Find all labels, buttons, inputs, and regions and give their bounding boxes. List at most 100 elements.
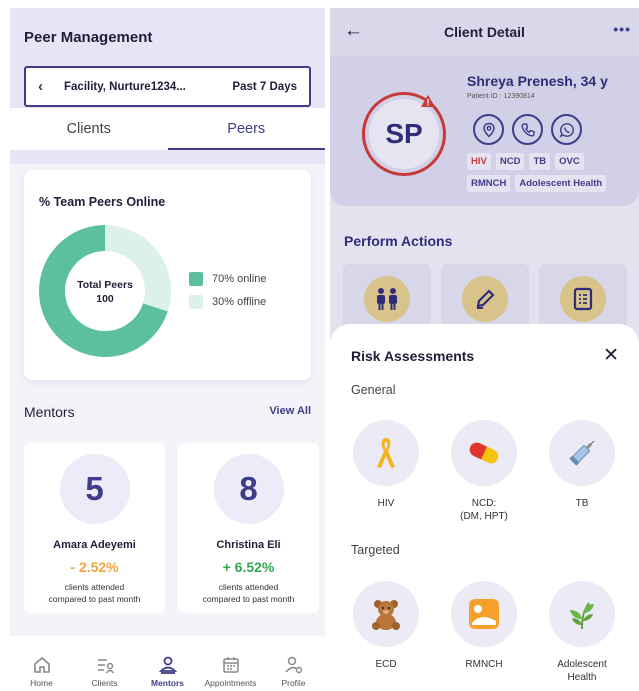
mentor-card[interactable]: 5 Amara Adeyemi - 2.52% clients attended… (24, 443, 165, 613)
teddy-bear-icon (353, 581, 419, 647)
program-tags: HIV NCD TB OVC RMNCH Adolescent Health (467, 153, 632, 192)
risk-rmnch[interactable]: RMNCH (434, 581, 534, 671)
risk-label-line: ECD (375, 659, 397, 670)
risk-label-line: TB (575, 498, 589, 509)
more-options-icon[interactable]: ••• (613, 21, 631, 37)
nav-mentors[interactable]: Mentors (137, 636, 199, 691)
risk-label-line: (DM, HPT) (460, 511, 508, 522)
page-title: Peer Management (24, 29, 153, 46)
mentor-note-line: compared to past month (48, 594, 141, 604)
plant-sprout-icon (549, 581, 615, 647)
donut-center-value: 100 (96, 293, 114, 305)
home-icon (33, 656, 50, 673)
mentor-note: clients attended compared to past month (178, 581, 319, 605)
back-arrow-icon[interactable]: ← (344, 20, 363, 42)
risk-ncd[interactable]: NCD: (DM, HPT) (434, 420, 534, 523)
pill-capsule-icon (451, 420, 517, 486)
tag-tb: TB (529, 153, 551, 170)
section-general: General (351, 383, 396, 397)
legend-label-offline: 30% offline (212, 296, 267, 308)
profile-icon (284, 656, 302, 674)
nav-label: Home (30, 678, 53, 688)
whatsapp-icon (558, 122, 574, 138)
risk-label: RMNCH (434, 658, 534, 671)
risk-adolescent-health[interactable]: Adolescent Health (532, 581, 632, 684)
tab-peers[interactable]: Peers (167, 108, 326, 150)
risk-label: ECD (336, 658, 436, 671)
avatar-initials: SP (369, 99, 439, 169)
family-icon (364, 276, 410, 322)
risk-label-line: Adolescent (557, 659, 607, 670)
nav-label: Profile (281, 678, 306, 688)
location-button[interactable] (473, 114, 504, 145)
facility-label: Facility, Nurture1234... (64, 80, 186, 93)
risk-label: NCD: (DM, HPT) (434, 497, 534, 523)
risk-label: TB (532, 497, 632, 510)
nav-home[interactable]: Home (11, 636, 73, 691)
client-summary: SP Shreya Prenesh, 34 y Patient ID : 123… (330, 56, 639, 206)
risk-hiv[interactable]: HIV (336, 420, 436, 510)
mentor-note-line: compared to past month (202, 594, 295, 604)
mentor-count: 8 (213, 454, 284, 524)
risk-ecd[interactable]: ECD (336, 581, 436, 671)
mentor-name: Christina Eli (216, 539, 281, 551)
section-targeted: Targeted (351, 543, 400, 557)
legend-swatch-offline (189, 295, 203, 309)
tag-ovc: OVC (555, 153, 584, 170)
risk-label: Adolescent Health (532, 658, 632, 684)
tab-clients[interactable]: Clients (10, 108, 168, 150)
mentors-icon (158, 656, 177, 674)
perform-actions-heading: Perform Actions (344, 233, 453, 249)
risk-label-line: RMNCH (465, 659, 503, 670)
nav-profile[interactable]: Profile (263, 636, 325, 691)
location-pin-icon (482, 122, 495, 138)
risk-tb[interactable]: TB (532, 420, 632, 510)
donut-center-label: Total Peers (77, 279, 133, 291)
page-title: Client Detail (444, 24, 525, 40)
risk-assessments-sheet: Risk Assessments ✕ General HIV NCD: (DM,… (330, 324, 639, 691)
legend-item-online: 70% online (189, 272, 266, 286)
hiv-ribbon-icon (353, 420, 419, 486)
mentor-note-line: clients attended (64, 582, 125, 592)
mentor-change: + 6.52% (222, 559, 275, 575)
mentor-note: clients attended compared to past month (24, 581, 165, 605)
card-title: % Team Peers Online (39, 195, 166, 209)
risk-label-line: HIV (377, 498, 395, 509)
risk-label: HIV (336, 497, 436, 510)
donut-hole (65, 251, 145, 331)
phone-icon (520, 122, 535, 137)
legend-swatch-online (189, 272, 203, 286)
mother-child-icon (451, 581, 517, 647)
mentor-note-line: clients attended (218, 582, 279, 592)
nav-label: Mentors (150, 678, 185, 688)
bottom-nav: Home Clients Mentors Appointments Profil… (10, 636, 325, 691)
risk-label-line: Health (567, 672, 597, 683)
warning-icon (421, 95, 435, 107)
edit-pen-icon (462, 276, 508, 322)
nav-appointments[interactable]: Appointments (200, 636, 262, 691)
document-icon (560, 276, 606, 322)
mentor-card[interactable]: 8 Christina Eli + 6.52% clients attended… (178, 443, 319, 613)
facility-filter[interactable]: ‹ Facility, Nurture1234... Past 7 Days (24, 66, 311, 107)
tag-rmnch: RMNCH (467, 175, 511, 192)
contact-actions (473, 114, 582, 145)
clients-icon (97, 659, 114, 674)
risk-label-line: NCD: (471, 498, 497, 509)
nav-clients[interactable]: Clients (74, 636, 136, 691)
whatsapp-button[interactable] (551, 114, 582, 145)
donut-chart: Total Peers 100 (39, 225, 172, 357)
tag-hiv: HIV (467, 153, 491, 170)
view-all-link[interactable]: View All (269, 405, 311, 417)
client-detail-screen: ← Client Detail ••• SP Shreya Prenesh, 3… (330, 8, 639, 691)
divider (10, 150, 325, 164)
sheet-title: Risk Assessments (351, 348, 475, 364)
chevron-left-icon[interactable]: ‹ (38, 78, 56, 95)
patient-id: Patient ID : 12390814 (467, 93, 535, 100)
close-icon[interactable]: ✕ (603, 344, 619, 367)
tag-ncd: NCD (495, 153, 525, 170)
peers-online-card: % Team Peers Online Total Peers 100 70% … (24, 170, 311, 380)
call-button[interactable] (512, 114, 543, 145)
legend-item-offline: 30% offline (189, 295, 266, 309)
peer-management-screen: Peer Management ‹ Facility, Nurture1234.… (10, 8, 325, 691)
tab-bar: Clients Peers (10, 108, 325, 150)
